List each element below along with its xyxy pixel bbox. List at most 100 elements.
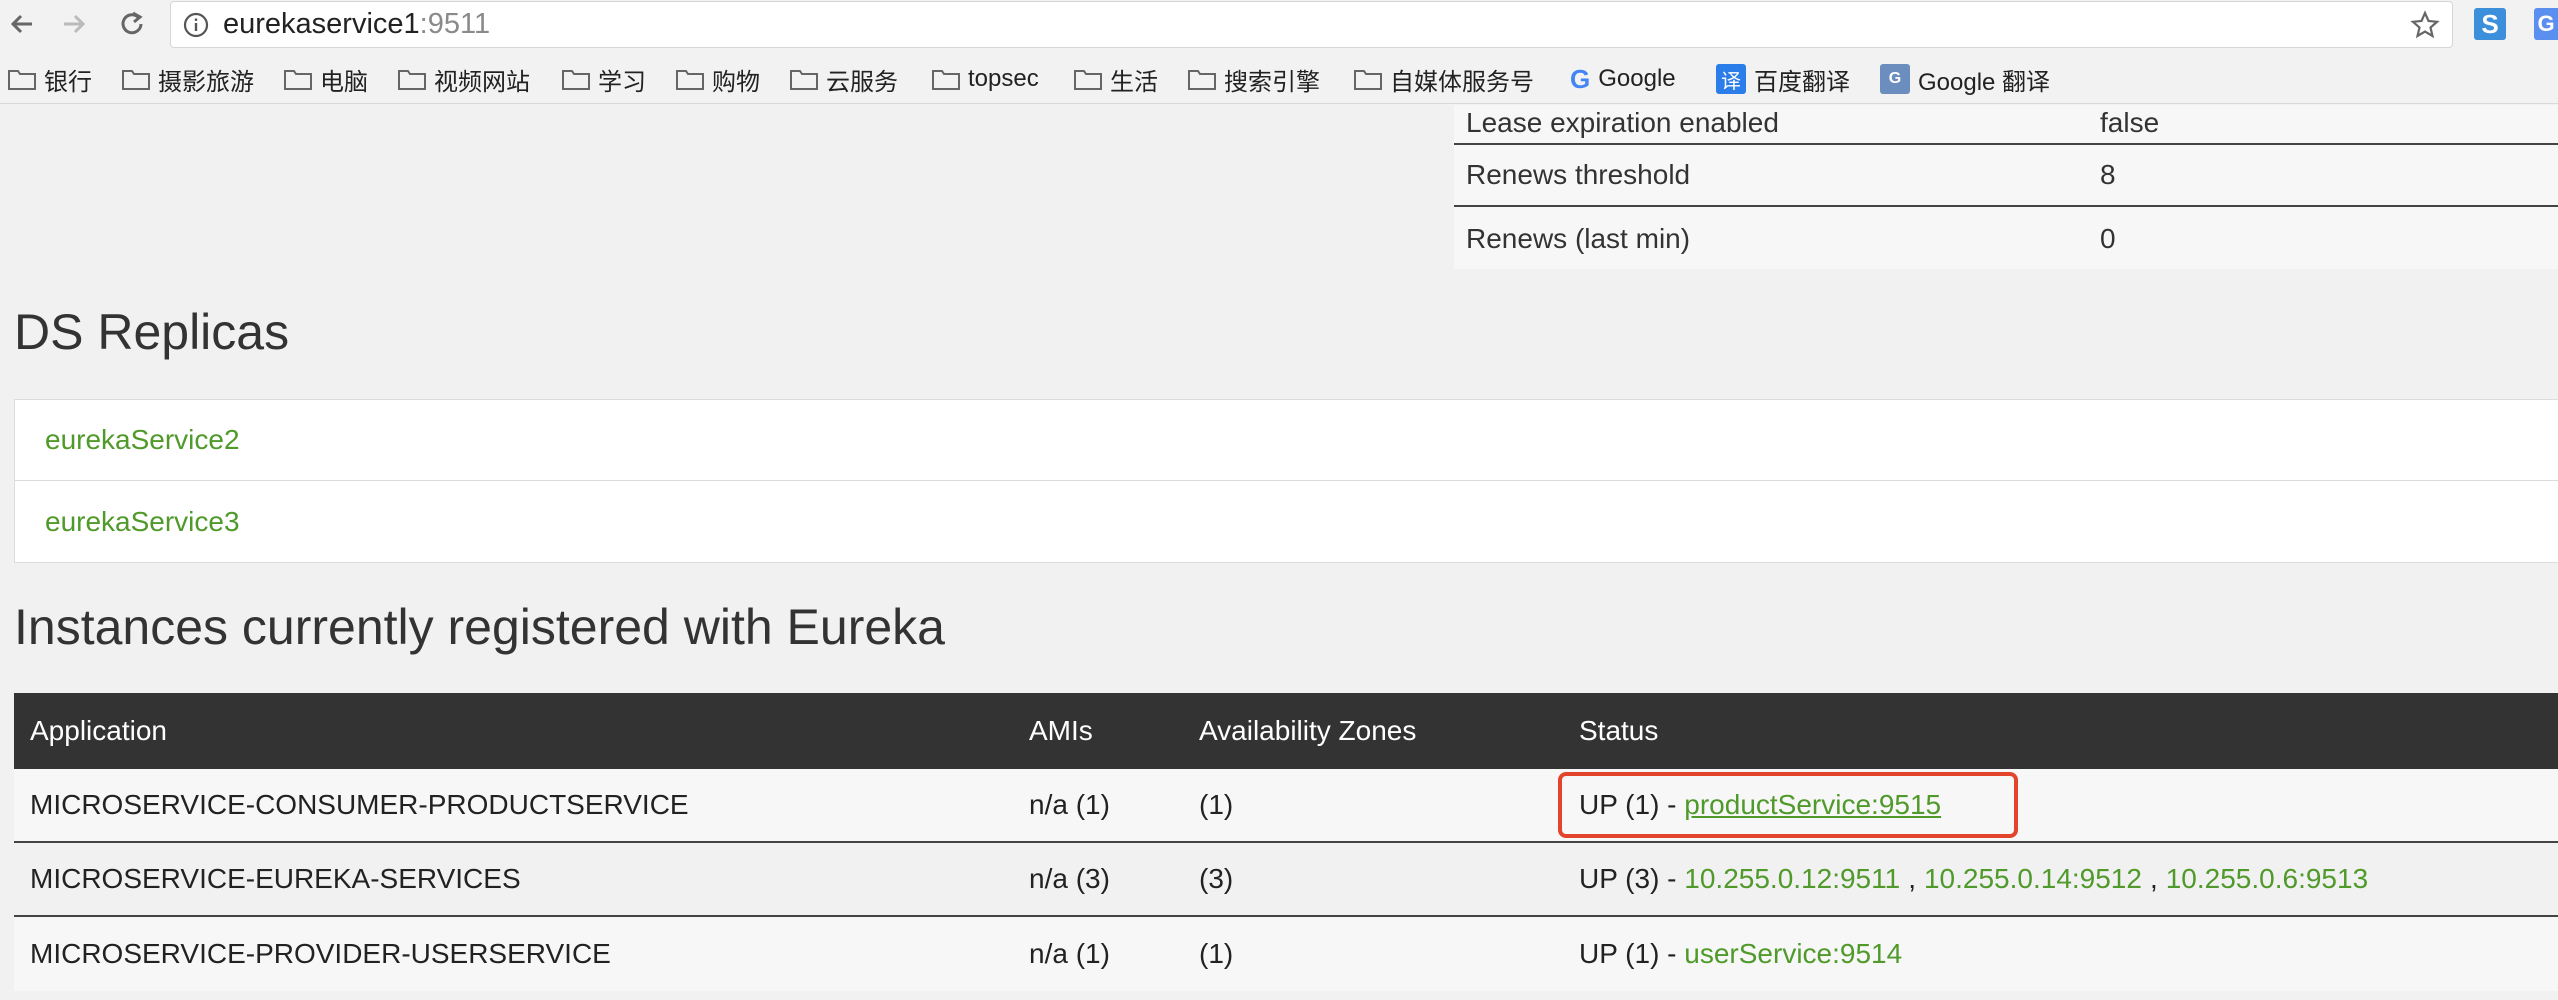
link-separator: , (1908, 863, 1916, 894)
bookmark-label: 自媒体服务号 (1390, 68, 1534, 96)
url-host: eurekaservice1 (223, 8, 420, 40)
amis-cell: n/a (3) (1029, 863, 1110, 894)
bookmark-label: topsec (968, 65, 1039, 92)
bookmarks-bar: 银行 摄影旅游 电脑 视频网站 学习 购物 云服务 topsec 生活 搜索引擎… (0, 51, 2558, 104)
zones-cell: (1) (1199, 789, 1234, 820)
bookmark-folder[interactable]: 电脑 (284, 64, 368, 96)
column-header-amis: AMIs (1029, 715, 1093, 746)
bookmark-label: Google 翻译 (1918, 68, 2051, 96)
info-value: 8 (2100, 159, 2116, 190)
back-button[interactable] (2, 4, 42, 44)
bookmark-folder[interactable]: 搜索引擎 (1188, 64, 1320, 96)
highlight-box (1558, 772, 2018, 838)
reload-button[interactable] (112, 4, 152, 44)
bookmark-folder[interactable]: 视频网站 (398, 64, 530, 96)
bookmark-google[interactable]: G Google (1570, 64, 1676, 94)
instances-heading: Instances currently registered with Eure… (14, 599, 945, 655)
folder-icon (562, 70, 590, 90)
table-row: MICROSERVICE-CONSUMER-PRODUCTSERVICE n/a… (14, 769, 2558, 843)
folder-icon (790, 70, 818, 90)
replica-link[interactable]: eurekaService3 (15, 481, 2558, 562)
replicas-heading: DS Replicas (14, 304, 290, 360)
column-header-status: Status (1579, 715, 1659, 746)
bookmark-label: 学习 (598, 68, 646, 96)
bookmark-baidu-translate[interactable]: 译 百度翻译 (1716, 64, 1850, 96)
bookmark-label: Google (1598, 65, 1676, 92)
table-row: MICROSERVICE-EUREKA-SERVICES n/a (3) (3)… (14, 843, 2558, 917)
folder-icon (284, 70, 312, 90)
bookmark-label: 摄影旅游 (158, 68, 254, 96)
address-bar[interactable]: eurekaservice1:9511 (170, 1, 2453, 48)
bookmark-label: 银行 (44, 68, 92, 96)
info-icon[interactable] (183, 12, 209, 38)
table-row: Lease expiration enabled false (1454, 105, 2558, 145)
zones-cell: (3) (1199, 863, 1234, 894)
bookmark-folder[interactable]: 自媒体服务号 (1354, 64, 1534, 96)
instance-link[interactable]: 10.255.0.6:9513 (2166, 863, 2368, 895)
folder-icon (8, 70, 36, 90)
forward-arrow-icon (64, 14, 86, 34)
folder-icon (1354, 70, 1382, 90)
amis-cell: n/a (1) (1029, 938, 1110, 969)
bookmark-label: 视频网站 (434, 68, 530, 96)
bookmark-folder[interactable]: 学习 (562, 64, 646, 96)
replica-link[interactable]: eurekaService2 (15, 400, 2558, 481)
application-cell: MICROSERVICE-PROVIDER-USERSERVICE (30, 938, 611, 969)
folder-icon (676, 70, 704, 90)
bookmark-folder[interactable]: 摄影旅游 (122, 64, 254, 96)
info-value: 0 (2100, 223, 2116, 254)
table-header: Application AMIs Availability Zones Stat… (14, 693, 2558, 769)
table-row: Renews threshold 8 (1454, 145, 2558, 207)
bookmark-folder[interactable]: 生活 (1074, 64, 1158, 96)
zones-cell: (1) (1199, 938, 1234, 969)
forward-button[interactable] (54, 4, 94, 44)
google-icon: G (1570, 63, 1591, 94)
status-cell: UP (3) - 10.255.0.12:9511, 10.255.0.14:95… (1579, 843, 2368, 915)
table-row: MICROSERVICE-PROVIDER-USERSERVICE n/a (1… (14, 917, 2558, 991)
folder-icon (398, 70, 426, 90)
general-info-table: Lease expiration enabled false Renews th… (1454, 105, 2558, 269)
bookmark-label: 生活 (1110, 68, 1158, 96)
google-translate-icon: G (1880, 64, 1910, 94)
info-value: false (2100, 107, 2160, 138)
bookmark-folder[interactable]: 购物 (676, 64, 760, 96)
info-key: Renews threshold (1466, 159, 1691, 190)
folder-icon (932, 70, 960, 90)
bookmark-star-icon[interactable] (2410, 10, 2440, 40)
instance-link[interactable]: 10.255.0.12:9511 (1684, 863, 1900, 895)
column-header-zones: Availability Zones (1199, 715, 1417, 746)
info-key: Lease expiration enabled (1466, 107, 1779, 138)
reload-icon (121, 11, 143, 35)
folder-icon (1188, 70, 1216, 90)
column-header-application: Application (30, 715, 167, 746)
application-cell: MICROSERVICE-CONSUMER-PRODUCTSERVICE (30, 789, 689, 820)
bookmark-label: 搜索引擎 (1224, 68, 1320, 96)
application-cell: MICROSERVICE-EUREKA-SERVICES (30, 863, 521, 894)
bookmark-label: 购物 (712, 68, 760, 96)
back-arrow-icon (10, 14, 32, 34)
folder-icon (122, 70, 150, 90)
link-separator: , (2149, 863, 2158, 894)
info-key: Renews (last min) (1466, 223, 1691, 254)
folder-icon (1074, 70, 1102, 90)
status-text: UP (3) - (1579, 863, 1677, 894)
bookmark-folder[interactable]: topsec (932, 64, 1039, 94)
status-text: UP (1) - (1579, 938, 1677, 969)
bookmark-label: 百度翻译 (1754, 68, 1850, 96)
amis-cell: n/a (1) (1029, 789, 1110, 820)
instance-link[interactable]: userService:9514 (1684, 938, 1902, 970)
bookmark-google-translate[interactable]: G Google 翻译 (1880, 64, 2051, 96)
bookmark-label: 电脑 (320, 68, 368, 96)
replicas-list: eurekaService2 eurekaService3 (14, 399, 2558, 563)
page-content: Lease expiration enabled false Renews th… (0, 105, 2558, 1000)
bookmark-label: 云服务 (826, 68, 898, 96)
url-port: :9511 (419, 8, 491, 40)
bookmark-folder[interactable]: 云服务 (790, 64, 898, 96)
baidu-translate-icon: 译 (1716, 64, 1746, 94)
extension-g-icon[interactable]: G (2534, 8, 2558, 40)
url-text: eurekaservice1:9511 (223, 8, 490, 41)
instance-link[interactable]: 10.255.0.14:9512 (1924, 863, 2142, 895)
bookmark-folder[interactable]: 银行 (8, 64, 92, 96)
browser-toolbar: eurekaservice1:9511 S G (0, 0, 2558, 51)
extension-s-icon[interactable]: S (2474, 8, 2506, 40)
